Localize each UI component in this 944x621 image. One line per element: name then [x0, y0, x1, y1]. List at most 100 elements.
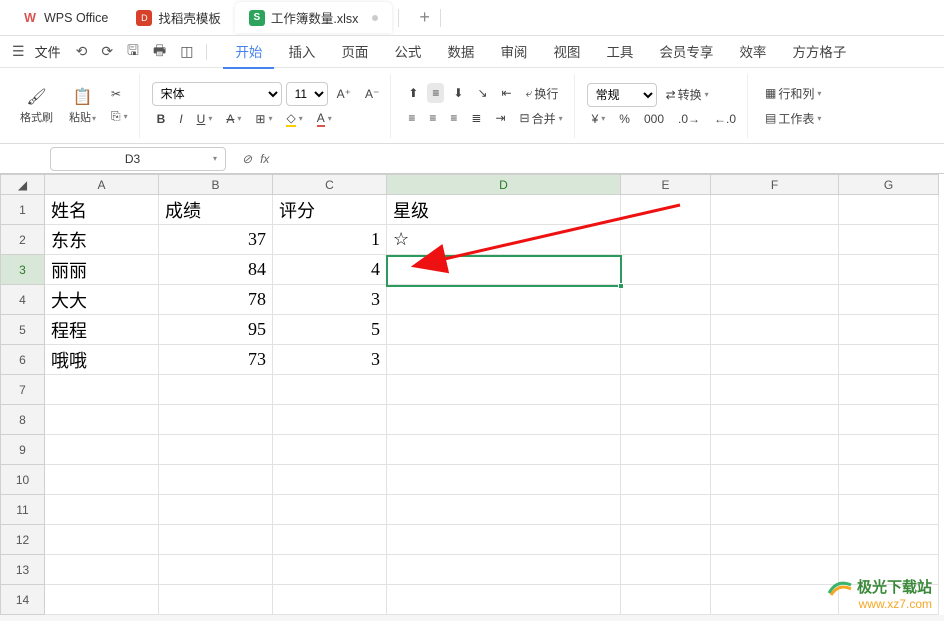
save-icon[interactable]: 🖫 [122, 36, 144, 68]
cell-e1[interactable] [621, 195, 711, 225]
row-header-3[interactable]: 3 [1, 255, 45, 285]
cell-c5[interactable]: 5 [273, 315, 387, 345]
cell-d6[interactable] [387, 345, 621, 375]
font-color-button[interactable]: A▾ [312, 108, 337, 130]
fill-handle[interactable] [618, 283, 624, 289]
tab-data[interactable]: 数据 [435, 35, 486, 69]
cell-e5[interactable] [621, 315, 711, 345]
strikethrough-button[interactable]: A▾ [221, 109, 246, 129]
cell-a3[interactable]: 丽丽 [45, 255, 159, 285]
col-header-d[interactable]: D [387, 175, 621, 195]
cell-a6[interactable]: 哦哦 [45, 345, 159, 375]
row-header-2[interactable]: 2 [1, 225, 45, 255]
align-right-button[interactable]: ≡ [445, 108, 462, 128]
align-middle-button[interactable]: ≡ [427, 83, 444, 103]
cell-g5[interactable] [839, 315, 939, 345]
row-header-6[interactable]: 6 [1, 345, 45, 375]
cell-g6[interactable] [839, 345, 939, 375]
cell-e2[interactable] [621, 225, 711, 255]
col-header-c[interactable]: C [273, 175, 387, 195]
tab-page[interactable]: 页面 [329, 35, 380, 69]
cell-b4[interactable]: 78 [159, 285, 273, 315]
app-name-tab[interactable]: W WPS Office [8, 4, 122, 32]
forward-icon[interactable]: ⟳ [96, 39, 118, 64]
cell-d4[interactable] [387, 285, 621, 315]
cell-d5[interactable] [387, 315, 621, 345]
tab-efficiency[interactable]: 效率 [727, 35, 778, 69]
decrease-font-button[interactable]: A⁻ [360, 84, 384, 104]
align-left-button[interactable]: ≡ [403, 108, 420, 128]
template-tab[interactable]: D 找稻壳模板 [122, 2, 235, 33]
preview-icon[interactable]: ◫ [175, 39, 198, 64]
cell-c3[interactable]: 4 [273, 255, 387, 285]
cell-d3[interactable] [387, 255, 621, 285]
row-header-9[interactable]: 9 [1, 435, 45, 465]
convert-button[interactable]: ⇄ 转换▾ [661, 83, 714, 106]
decrease-decimal-button[interactable]: ←.0 [709, 109, 741, 129]
row-header-5[interactable]: 5 [1, 315, 45, 345]
cell-a4[interactable]: 大大 [45, 285, 159, 315]
row-header-8[interactable]: 8 [1, 405, 45, 435]
percent-button[interactable]: % [614, 109, 635, 129]
tab-formula[interactable]: 公式 [382, 35, 433, 69]
cell-g1[interactable] [839, 195, 939, 225]
spreadsheet[interactable]: ◢ A B C D E F G 1 姓名 成绩 评分 星级 2 东东 37 1 … [0, 174, 944, 615]
cell-d2[interactable]: ☆ [387, 225, 621, 255]
back-icon[interactable]: ⟲ [71, 39, 93, 64]
bold-button[interactable]: B [152, 109, 171, 129]
tab-view[interactable]: 视图 [541, 35, 592, 69]
italic-button[interactable]: I [174, 109, 187, 129]
cell-e4[interactable] [621, 285, 711, 315]
row-header-13[interactable]: 13 [1, 555, 45, 585]
decrease-indent-button[interactable]: ⇤ [497, 83, 517, 103]
cell-c6[interactable]: 3 [273, 345, 387, 375]
wrap-text-button[interactable]: ⤶ 换行 [521, 82, 564, 105]
tab-fangfang[interactable]: 方方格子 [780, 35, 858, 69]
select-all-corner[interactable]: ◢ [1, 175, 45, 195]
cancel-icon[interactable]: ⊘ [242, 152, 252, 166]
cell-g2[interactable] [839, 225, 939, 255]
cut-button[interactable]: ✂ [106, 84, 133, 104]
cell-f3[interactable] [711, 255, 839, 285]
file-menu[interactable]: 文件 [29, 38, 67, 65]
add-tab-button[interactable]: + [415, 3, 434, 32]
col-header-g[interactable]: G [839, 175, 939, 195]
cell-f6[interactable] [711, 345, 839, 375]
cell-b6[interactable]: 73 [159, 345, 273, 375]
col-header-b[interactable]: B [159, 175, 273, 195]
row-header-1[interactable]: 1 [1, 195, 45, 225]
cell-b2[interactable]: 37 [159, 225, 273, 255]
cell-d1[interactable]: 星级 [387, 195, 621, 225]
cell-b1[interactable]: 成绩 [159, 195, 273, 225]
cell-a1[interactable]: 姓名 [45, 195, 159, 225]
orientation-button[interactable]: ↘ [472, 83, 492, 103]
number-format-select[interactable]: 常规 [587, 83, 657, 107]
hamburger-icon[interactable]: ☰ [12, 43, 25, 60]
cell-c1[interactable]: 评分 [273, 195, 387, 225]
rowcol-button[interactable]: ▦ 行和列▾ [760, 82, 826, 105]
tab-insert[interactable]: 插入 [276, 35, 327, 69]
row-header-12[interactable]: 12 [1, 525, 45, 555]
tab-review[interactable]: 审阅 [488, 35, 539, 69]
align-bottom-button[interactable]: ⬇ [448, 83, 468, 103]
col-header-a[interactable]: A [45, 175, 159, 195]
tab-member[interactable]: 会员专享 [647, 35, 725, 69]
worksheet-button[interactable]: ▤ 工作表▾ [760, 107, 826, 130]
merge-button[interactable]: ⊟ 合并▾ [515, 107, 568, 130]
row-header-4[interactable]: 4 [1, 285, 45, 315]
align-top-button[interactable]: ⬆ [403, 83, 423, 103]
file-tab[interactable]: S 工作簿数量.xlsx [235, 2, 393, 33]
increase-font-button[interactable]: A⁺ [332, 84, 356, 104]
cell-b3[interactable]: 84 [159, 255, 273, 285]
fill-color-button[interactable]: ◇▾ [281, 108, 307, 130]
cell-f4[interactable] [711, 285, 839, 315]
cell-e6[interactable] [621, 345, 711, 375]
underline-button[interactable]: U▾ [192, 109, 218, 129]
name-box[interactable]: D3 ▾ [50, 147, 226, 171]
row-header-7[interactable]: 7 [1, 375, 45, 405]
increase-indent-button[interactable]: ⇥ [490, 108, 510, 128]
cell-g4[interactable] [839, 285, 939, 315]
cell-f2[interactable] [711, 225, 839, 255]
cell-e3[interactable] [621, 255, 711, 285]
cell-f5[interactable] [711, 315, 839, 345]
